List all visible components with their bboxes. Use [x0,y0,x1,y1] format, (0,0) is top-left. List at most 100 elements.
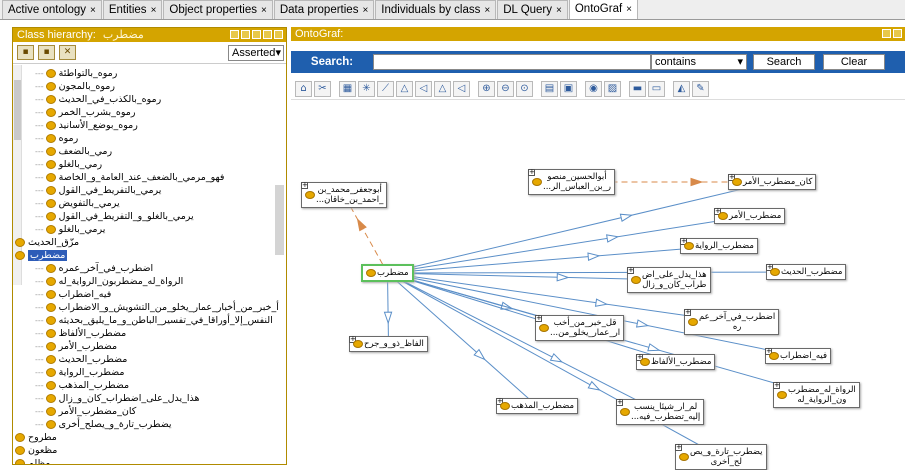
expand-node-icon[interactable]: + [684,309,691,316]
tree-item[interactable]: --- رمي_بالضعف [35,146,112,157]
graph-node-kan[interactable]: + كان_مضطرب_الأمر [728,174,817,190]
close-icon[interactable] [274,30,283,39]
camera-icon[interactable]: ◉ [585,80,602,97]
tab-dl-query[interactable]: DL Query × [497,0,568,19]
tree-item[interactable]: --- النفس_إلا_أوراقا_في_تفسير_الباطن_و_ما… [35,315,273,326]
tree-item[interactable]: --- رموه_بالمجون [35,81,115,92]
close-tab-icon[interactable]: × [261,5,267,16]
remove-node-icon[interactable]: ✂ [314,80,331,97]
tree-layout-icon[interactable]: △ [396,80,413,97]
home-icon[interactable]: ⌂ [295,80,312,97]
tree-item[interactable]: --- رموه_بشرب_الخمر [35,107,135,118]
tree-item[interactable]: مظلم [15,458,50,464]
split-icon[interactable] [882,29,891,38]
close-tab-icon[interactable]: × [484,5,490,16]
add-subclass-icon[interactable]: ▪ [17,45,34,60]
chart-icon[interactable]: ◭ [673,80,690,97]
tree-item[interactable]: --- أ_خبر_من_أخبار_عمار_يخلو_من_التشويش_و… [35,302,279,313]
graph-node-yadtarib[interactable]: + يضطرب_تارة_و_يص لح_أخرى [675,444,767,470]
graph-node-hadha[interactable]: + هذا_يدل_على_اض طراب_كان_و_زال [627,267,711,293]
tree-item[interactable]: --- يرمي_بالغلو [35,224,105,235]
tab-individuals-by-class[interactable]: Individuals by class × [375,0,497,19]
expand-node-icon[interactable]: + [528,169,535,176]
zoom-fit-icon[interactable]: ⊙ [516,80,533,97]
graph-node-madhhab[interactable]: + مضطرب_المذهب [496,398,578,414]
tree-item[interactable]: --- اضطرب_في_آخر_عمره [35,263,153,274]
tab-entities[interactable]: Entities × [102,0,163,19]
tree-scrollbar-thumb[interactable] [275,185,284,255]
clear-button[interactable]: Clear [823,54,885,70]
horizontal-tree-2-icon[interactable]: ◁ [453,80,470,97]
tree-item[interactable]: --- الرواة_له_مضطربون_الرواية_له [35,276,183,287]
maximize-icon[interactable] [263,30,272,39]
tree-item[interactable]: مطروح [15,432,57,443]
close-tab-icon[interactable]: × [556,5,562,16]
tree-item[interactable]: --- يرمي_بالتفريط_في_القول [35,185,161,196]
search-button[interactable]: Search [753,54,815,70]
tab-active-ontology[interactable]: Active ontology × [2,0,102,19]
tab-data-properties[interactable]: Data properties × [273,0,375,19]
graph-node-alfaz[interactable]: + مضطرب_الألفاظ [636,354,716,370]
graph-node-idtaraba[interactable]: + اضطرب_في_آخر_عم ره [684,309,780,335]
filter-icon[interactable]: ▤ [541,80,558,97]
tree-item[interactable]: --- فهو_مرمي_بالضعف_عند_العامة_و_الخاصة [35,172,224,183]
zoom-in-icon[interactable]: ⊕ [478,80,495,97]
tree-item[interactable]: --- مضطرب_الألفاظ [35,328,126,339]
export-icon[interactable]: ▨ [604,80,621,97]
arc-types-icon[interactable]: ▣ [560,80,577,97]
expand-node-icon[interactable]: + [627,267,634,274]
tree-item[interactable]: --- رمي_بالغلو [35,159,102,170]
spring-layout-icon[interactable]: ⟋ [377,80,394,97]
graph-node-abujafar[interactable]: + أبوجعفر_محمد_بن _احمد_بن_خاقان... [301,182,388,208]
tree-item[interactable]: مظعون [15,445,57,456]
graph-node-alfaz_dhu[interactable]: + الفاظ_ذو_و_جرح [349,336,428,352]
expand-node-icon[interactable]: + [616,399,623,406]
minimize-icon[interactable] [252,30,261,39]
tree-item[interactable]: --- مضطرب_الأمر [35,341,117,352]
tree-item[interactable]: --- رموه_بالكذب_في_الحديث [35,94,161,105]
pin-icon[interactable] [230,30,239,39]
graph-node-abulhusayn[interactable]: + أبوالحسين_منصو ر_بن_العباس_الر... [528,169,616,195]
open-icon[interactable]: ▭ [648,80,665,97]
tree-item[interactable]: --- رموه_بالتواطئة [35,68,117,79]
expand-node-icon[interactable]: + [773,382,780,389]
close-tab-icon[interactable]: × [362,5,368,16]
horizontal-tree-icon[interactable]: ◁ [415,80,432,97]
tree-item[interactable]: --- فيه_اضطراب [35,289,111,300]
graph-node-riwaya[interactable]: + مضطرب_الرواية [680,238,758,254]
expand-node-icon[interactable]: + [675,444,682,451]
grid-layout-icon[interactable]: ▦ [339,80,356,97]
graph-node-ruwat[interactable]: + الرواة_له_مضطرب ون_الرواية_له [773,382,860,408]
tab-ontograf[interactable]: OntoGraf × [568,0,639,19]
minimize-icon[interactable] [893,29,902,38]
graph-node-qal[interactable]: + قل_خبر_من_أخب ار_عمار_يخلو_من... [535,315,625,341]
close-tab-icon[interactable]: × [151,5,157,16]
tree-item[interactable]: --- يرمي_بالغلو_و_التفريط_في_القول [35,211,194,222]
tree-item[interactable]: --- هذا_يدل_على_اضطراب_كان_و_زال [35,393,200,404]
delete-class-icon[interactable]: ✕ [59,45,76,60]
graph-node-fihi[interactable]: + فيه_اضطراب [765,348,832,364]
tree-item[interactable]: --- يرمي_بالتفويض [35,198,120,209]
expand-node-icon[interactable]: + [535,315,542,322]
graph-node-lam[interactable]: + لم_ار_شيئا_ينسب إليه_تضطرب_فيه... [616,399,705,425]
tree-item[interactable]: --- يضطرب_تارة_و_يصلح_أخرى [35,419,172,430]
search-input[interactable] [373,54,651,70]
match-mode-dropdown[interactable]: contains [651,54,747,70]
tree-item[interactable]: مزّق_الحديث [15,237,79,248]
close-tab-icon[interactable]: × [90,5,96,16]
tree-item[interactable]: --- مضطرب_المذهب [35,380,129,391]
add-sibling-icon[interactable]: ▪ [38,45,55,60]
graph-node-center[interactable]: مضطرب [361,264,414,282]
ontograf-canvas[interactable]: مضطرب + أبوجعفر_محمد_بن _احمد_بن_خاقان... + أ… [291,102,905,470]
graph-node-hadith[interactable]: + مضطرب_الحديث [766,264,847,280]
scroll-thumb[interactable] [14,80,21,140]
close-tab-icon[interactable]: × [626,4,632,15]
tab-object-properties[interactable]: Object properties × [163,0,273,19]
save-icon[interactable]: ▬ [629,80,646,97]
tree-item[interactable]: --- مضطرب_الرواية [35,367,124,378]
class-tree[interactable]: --- رموه_بالتواطئة --- رموه_بالمجون --- رموه_… [13,65,286,464]
graph-node-amr[interactable]: + مضطرب_الأمر [714,208,786,224]
vertical-tree-icon[interactable]: △ [434,80,451,97]
edit-icon[interactable]: ✎ [692,80,709,97]
expand-node-icon[interactable]: + [301,182,308,189]
